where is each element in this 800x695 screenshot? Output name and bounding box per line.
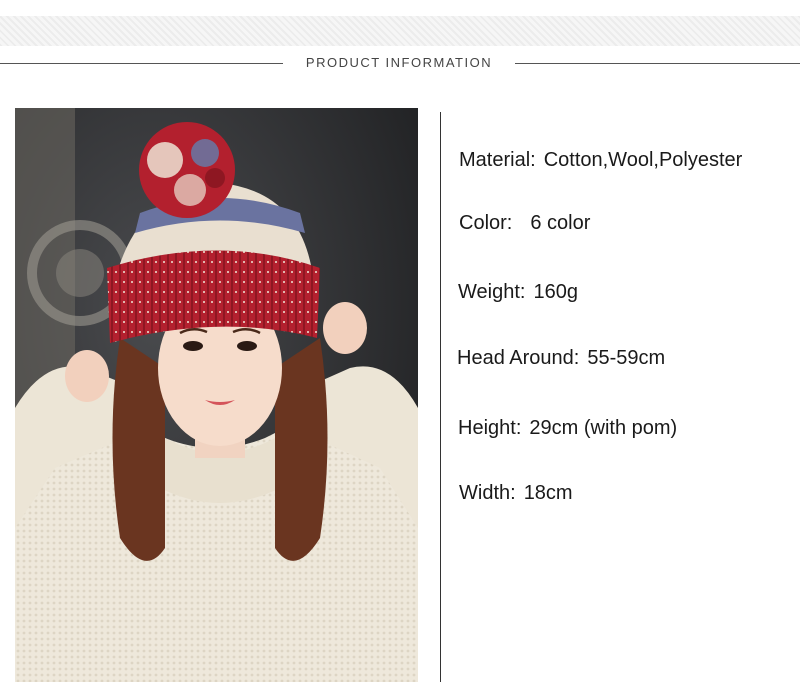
section-header: PRODUCT INFORMATION [0,52,800,76]
header-line-left [0,63,283,64]
spec-label: Head Around: [457,347,580,369]
spec-value: 55-59cm [587,347,666,369]
spec-value: 29cm (with pom) [529,417,678,439]
header-line-right [515,63,800,64]
spec-width: Width: 18cm [459,482,573,505]
model-illustration [15,108,418,682]
spec-material: Material: Cotton,Wool,Polyester [459,149,742,172]
spec-value: Cotton,Wool,Polyester [543,149,743,171]
section-title: PRODUCT INFORMATION [305,55,493,70]
spec-color: Color: 6 color [459,212,590,235]
spec-label: Width: [459,482,516,504]
decorative-top-band [0,16,800,46]
vertical-divider [440,112,441,682]
spec-head-around: Head Around: 55-59cm [457,347,665,370]
spec-label: Material: [459,149,536,171]
product-photo [15,108,418,682]
spec-weight: Weight: 160g [458,281,578,304]
spec-value: 18cm [523,482,573,504]
spec-height: Height: 29cm (with pom) [458,417,677,440]
spec-value: 6 color [530,212,591,234]
spec-label: Color: [459,212,513,234]
spec-value: 160g [533,281,578,303]
spec-label: Weight: [458,281,526,303]
spec-label: Height: [458,417,522,439]
